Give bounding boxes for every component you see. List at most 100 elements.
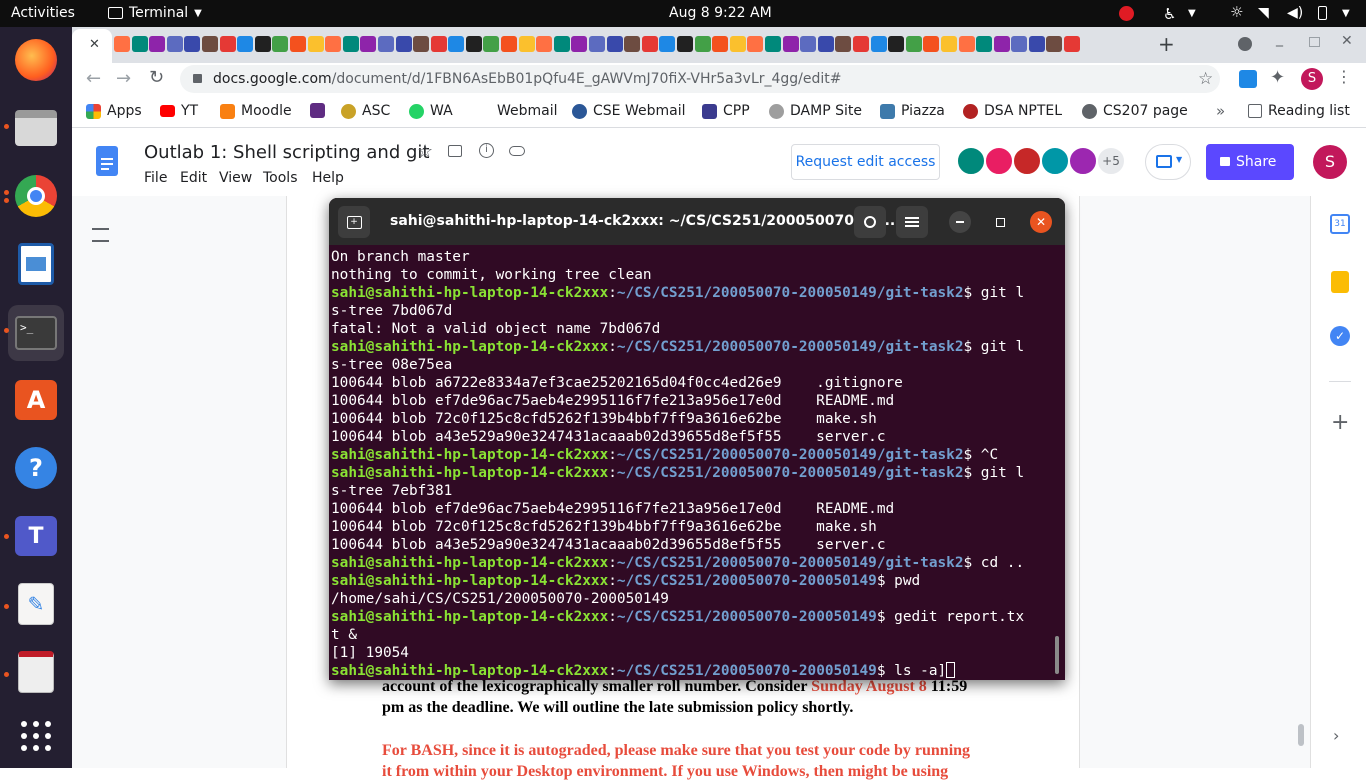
tab-favicon-icon[interactable] <box>641 36 658 52</box>
tab-favicon-icon[interactable] <box>747 36 764 52</box>
collaborator-avatar[interactable] <box>956 146 986 176</box>
chevron-right-icon[interactable]: › <box>1333 726 1339 745</box>
tab-favicon-icon[interactable] <box>764 36 781 52</box>
collaborator-avatar[interactable] <box>984 146 1014 176</box>
brightness-icon[interactable]: ☼ <box>1230 3 1243 21</box>
tab-favicon-icon[interactable] <box>729 36 746 52</box>
bookmark-apps[interactable]: Apps <box>86 103 142 119</box>
tab-favicon-icon[interactable] <box>817 36 834 52</box>
address-bar[interactable]: docs.google.com/document/d/1FBN6AsEbB01p… <box>180 65 1220 93</box>
tab-favicon-icon[interactable] <box>1028 36 1045 52</box>
back-icon[interactable]: ← <box>86 68 101 89</box>
document-scanner-icon[interactable] <box>12 648 60 696</box>
menu-help[interactable]: Help <box>312 170 344 186</box>
chevron-down-icon[interactable]: ▼ <box>1188 8 1196 19</box>
tab-favicon-icon[interactable] <box>289 36 306 52</box>
tab-favicon-icon[interactable] <box>395 36 412 52</box>
terminal-titlebar[interactable]: + sahi@sahithi-hp-laptop-14-ck2xxx: ~/CS… <box>329 198 1065 245</box>
new-tab-icon[interactable]: + <box>1158 32 1175 56</box>
terminal-window[interactable]: + sahi@sahithi-hp-laptop-14-ck2xxx: ~/CS… <box>329 198 1065 680</box>
account-avatar[interactable]: S <box>1313 145 1347 179</box>
tab-favicon-icon[interactable] <box>237 36 254 52</box>
reload-icon[interactable]: ↻ <box>149 67 164 88</box>
tab-favicon-icon[interactable] <box>483 36 500 52</box>
tab-favicon-icon[interactable] <box>114 36 130 52</box>
star-icon[interactable]: ☆ <box>417 141 433 162</box>
text-editor-icon[interactable]: ✎ <box>12 580 60 628</box>
tab-favicon-icon[interactable] <box>1046 36 1063 52</box>
minimize-icon[interactable]: _ <box>1276 31 1283 47</box>
tab-favicon-icon[interactable] <box>712 36 729 52</box>
docs-logo-icon[interactable] <box>96 146 118 176</box>
bookmark-wa[interactable]: WA <box>409 103 453 119</box>
tab-favicon-icon[interactable] <box>958 36 975 52</box>
menu-tools[interactable]: Tools <box>263 170 298 186</box>
keep-icon[interactable] <box>1331 271 1349 293</box>
battery-icon[interactable] <box>1318 6 1327 20</box>
help-icon[interactable]: ? <box>12 444 60 492</box>
tab-favicon-icon[interactable] <box>430 36 447 52</box>
tab-favicon-icon[interactable] <box>325 36 342 52</box>
tab-favicon-icon[interactable] <box>413 36 430 52</box>
tab-favicon-icon[interactable] <box>1011 36 1028 52</box>
tab-favicon-icon[interactable] <box>940 36 957 52</box>
tab-favicon-icon[interactable] <box>624 36 641 52</box>
tab-favicon-icon[interactable] <box>835 36 852 52</box>
maximize-icon[interactable] <box>1309 37 1320 47</box>
tab-search-icon[interactable] <box>1238 37 1252 51</box>
tab-favicon-icon[interactable] <box>571 36 588 52</box>
tab-favicon-icon[interactable] <box>377 36 394 52</box>
share-button[interactable]: Share <box>1206 144 1294 180</box>
clock[interactable]: Aug 8 9:22 AM <box>669 5 772 21</box>
tab-favicon-icon[interactable] <box>976 36 993 52</box>
tab-favicon-icon[interactable] <box>307 36 324 52</box>
tab-favicon-icon[interactable] <box>219 36 236 52</box>
activities-button[interactable]: Activities <box>11 5 75 21</box>
request-edit-access-button[interactable]: Request edit access <box>791 144 940 180</box>
document-title[interactable]: Outlab 1: Shell scripting and git <box>144 142 429 163</box>
tab-favicon-icon[interactable] <box>184 36 201 52</box>
menu-file[interactable]: File <box>144 170 167 186</box>
bookmark-cpp[interactable]: CPP <box>702 103 750 119</box>
app-menu[interactable]: Terminal ▼ <box>108 5 202 21</box>
software-center-icon[interactable]: A <box>12 376 60 424</box>
extension-icon[interactable] <box>1239 70 1257 88</box>
close-button[interactable]: ✕ <box>1030 211 1052 233</box>
tab-favicon-icon[interactable] <box>870 36 887 52</box>
bookmark-cs207[interactable]: CS207 page <box>1082 103 1188 119</box>
minimize-button[interactable] <box>949 211 971 233</box>
bookmarks-overflow-icon[interactable]: » <box>1216 102 1225 120</box>
outline-icon[interactable] <box>92 228 109 242</box>
files-icon[interactable] <box>12 104 60 152</box>
bookmark-dsa-nptel[interactable]: DSA NPTEL <box>963 103 1062 119</box>
tab-favicon-icon[interactable] <box>923 36 940 52</box>
tab-favicon-icon[interactable] <box>589 36 606 52</box>
bookmark-asc[interactable]: ASC <box>341 103 390 119</box>
tab-favicon-icon[interactable] <box>149 36 166 52</box>
collaborator-avatar[interactable] <box>1068 146 1098 176</box>
bookmark-damp[interactable]: DAMP Site <box>769 103 862 119</box>
wifi-icon[interactable]: ◥ <box>1258 5 1269 21</box>
maximize-button[interactable] <box>989 211 1011 233</box>
tab-favicon-icon[interactable] <box>131 36 148 52</box>
menu-icon[interactable]: ⋮ <box>1336 67 1352 86</box>
move-icon[interactable] <box>448 145 462 157</box>
tab-favicon-icon[interactable] <box>677 36 693 52</box>
tab-favicon-icon[interactable] <box>254 36 271 52</box>
tab-favicon-icon[interactable] <box>888 36 905 52</box>
terminal-scrollbar[interactable] <box>1055 636 1059 674</box>
menu-edit[interactable]: Edit <box>180 170 207 186</box>
chrome-icon[interactable] <box>12 172 60 220</box>
firefox-icon[interactable] <box>12 36 60 84</box>
accessibility-icon[interactable]: ♿ <box>1163 5 1176 23</box>
page-scrollbar[interactable] <box>1298 724 1304 746</box>
tab-favicon-icon[interactable] <box>800 36 817 52</box>
close-window-icon[interactable]: ✕ <box>1341 33 1353 49</box>
tab-favicon-icon[interactable] <box>272 36 289 52</box>
collaborator-avatar[interactable] <box>1040 146 1070 176</box>
bookmark-iitb[interactable] <box>310 103 331 118</box>
profile-avatar[interactable]: S <box>1301 68 1323 90</box>
terminal-icon[interactable]: >_ <box>8 305 64 361</box>
bookmark-cse-webmail[interactable]: CSE Webmail <box>572 103 685 119</box>
tab-favicon-icon[interactable] <box>518 36 535 52</box>
